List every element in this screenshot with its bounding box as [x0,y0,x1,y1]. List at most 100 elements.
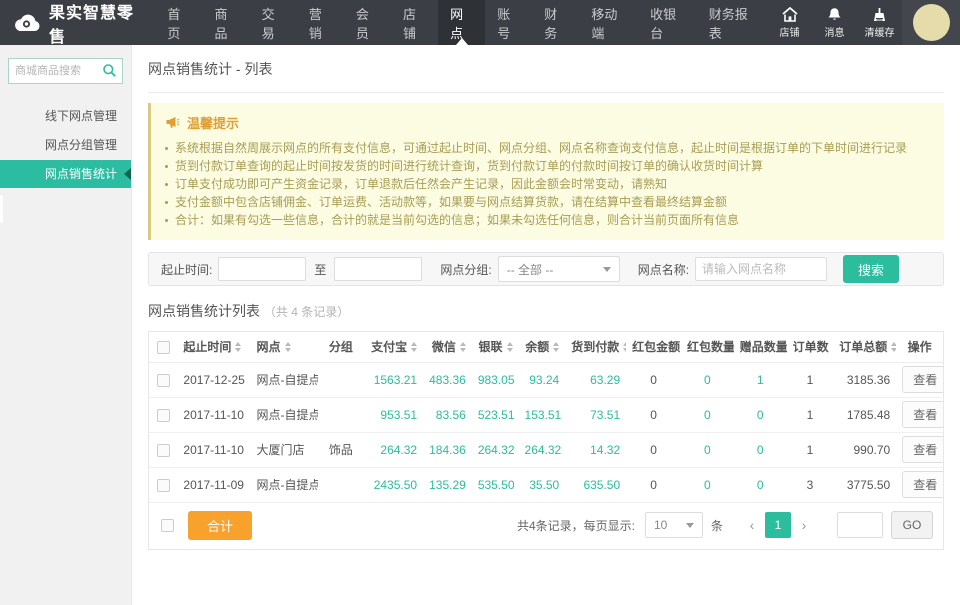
clear-cache-button[interactable]: 清缓存 [857,0,902,45]
next-page-button[interactable]: › [793,512,815,538]
page-title: 网点销售统计 - 列表 [148,59,944,93]
cell-order-count: 1 [787,432,834,467]
view-button[interactable]: 查看 [902,436,943,463]
col-header-gift-count: 赠品数量 [734,332,787,362]
bullet-dot-icon [165,147,168,150]
table-footer: 合计 共4条记录，每页显示: 10 条 ‹ 1 › GO [149,503,943,549]
total-button[interactable]: 合计 [188,511,252,540]
pagination: 共4条记录，每页显示: 10 条 ‹ 1 › GO [517,511,933,539]
row-checkbox[interactable] [157,409,170,422]
section-header: 网点销售统计列表 （共 4 条记录） [148,301,944,321]
search-icon[interactable] [102,63,117,78]
nav-item-member[interactable]: 会员 [344,0,391,45]
nav-item-shop[interactable]: 店铺 [391,0,438,45]
nav-item-mobile[interactable]: 移动端 [579,0,638,45]
col-header-cod[interactable]: 货到付款 [565,332,626,362]
date-end-input[interactable] [334,257,422,281]
sidebar-item-outlet-sales-stats[interactable]: 网点销售统计 [0,160,131,188]
table-row: 2017-11-10 网点-自提点 953.51 83.56 523.51 15… [149,397,943,432]
sort-icon [285,342,291,352]
brand[interactable]: 果实智慧零售 [0,0,155,45]
cell-cod: 14.32 [565,432,626,467]
select-all-checkbox[interactable] [157,341,170,354]
current-page-button[interactable]: 1 [765,512,791,538]
brand-title: 果实智慧零售 [49,0,142,47]
view-button[interactable]: 查看 [902,366,943,393]
tip-item: 支付金额中包含店铺佣金、订单运费、活动款等，如果要与网点结算货款，请在结算中查看… [165,193,930,211]
outlet-group-select[interactable]: -- 全部 -- [498,256,620,282]
go-button[interactable]: GO [891,511,933,539]
cell-date: 2017-12-25 [177,362,250,397]
page-size-select[interactable]: 10 [645,512,703,538]
row-checkbox[interactable] [157,444,170,457]
outlet-name-input[interactable] [695,257,827,281]
col-header-wechat[interactable]: 微信 [423,332,472,362]
nav-item-label: 财务 [544,4,567,42]
nav-item-goods[interactable]: 商品 [203,0,250,45]
avatar[interactable] [913,4,950,41]
cell-outlet: 网点-自提点 [251,362,318,397]
nav-item-cashier[interactable]: 收银台 [638,0,697,45]
nav-item-outlet[interactable]: 网点 [438,0,485,45]
col-header-outlet[interactable]: 网点 [251,332,318,362]
sidebar-menu: 线下网点管理 网点分组管理 网点销售统计 [0,102,131,188]
cell-unionpay: 523.51 [472,397,519,432]
sidebar-item-offline-outlet-mgmt[interactable]: 线下网点管理 [0,102,131,130]
cell-red-amount: 0 [626,432,681,467]
cell-gift-count: 0 [734,397,787,432]
nav-item-account[interactable]: 账号 [485,0,532,45]
col-header-unionpay[interactable]: 银联 [472,332,519,362]
page-jump-input[interactable] [837,512,883,538]
nav-item-label: 账号 [497,4,520,42]
active-item-arrow [124,168,131,180]
sidebar-scrollbar[interactable] [0,195,3,223]
sort-icon [833,342,834,352]
sort-icon [553,342,559,352]
clear-cache-label: 清缓存 [865,24,895,39]
cell-date: 2017-11-10 [177,397,250,432]
cell-order-total: 3775.50 [833,467,896,502]
col-header-alipay[interactable]: 支付宝 [364,332,423,362]
broom-icon [872,7,887,22]
date-start-input[interactable] [218,257,306,281]
col-header-order-total[interactable]: 订单总额 [833,332,896,362]
sidebar-item-outlet-group-mgmt[interactable]: 网点分组管理 [0,131,131,159]
cell-red-amount: 0 [626,467,681,502]
row-checkbox[interactable] [157,479,170,492]
nav-menu: 首页 商品 交易 营销 会员 店铺 网点 账号 财务 移动端 收银台 财务报表 [155,0,767,45]
store-label: 店铺 [780,24,800,39]
sidebar: 线下网点管理 网点分组管理 网点销售统计 [0,45,132,605]
nav-item-label: 收银台 [650,4,685,42]
cell-order-total: 1785.48 [833,397,896,432]
table-row: 2017-11-09 网点-自提点 2435.50 135.29 535.50 … [149,467,943,502]
cell-alipay: 2435.50 [364,467,423,502]
view-button[interactable]: 查看 [902,401,943,428]
col-header-balance[interactable]: 余额 [519,332,566,362]
prev-page-button[interactable]: ‹ [741,512,763,538]
footer-select-checkbox[interactable] [161,519,174,532]
store-button[interactable]: 店铺 [767,0,812,45]
view-button[interactable]: 查看 [902,471,943,498]
tip-item: 货到付款订单查询的起止时间按发货的时间进行统计查询，货到付款订单的付款时间按订单… [165,157,930,175]
pagination-summary: 共4条记录，每页显示: [517,517,635,534]
page-size-unit: 条 [711,517,723,534]
table-row: 2017-12-25 网点-自提点 1563.21 483.36 983.05 … [149,362,943,397]
message-button[interactable]: 消息 [812,0,857,45]
nav-item-trade[interactable]: 交易 [250,0,297,45]
to-label: 至 [314,261,326,278]
row-checkbox[interactable] [157,374,170,387]
nav-item-finance[interactable]: 财务 [532,0,579,45]
nav-item-marketing[interactable]: 营销 [297,0,344,45]
col-header-date[interactable]: 起止时间 [177,332,250,362]
tip-item: 系统根据自然周展示网点的所有支付信息，可通过起止时间、网点分组、网点名称查询支付… [165,139,930,157]
cell-order-count: 1 [787,362,834,397]
tip-item: 订单支付成功即可产生资金记录，订单退款后任然会产生记录，因此金额会时常变动，请熟… [165,175,930,193]
nav-item-label: 店铺 [403,4,426,42]
search-button[interactable]: 搜索 [843,255,899,283]
sidebar-item-label: 网点销售统计 [45,167,117,181]
nav-item-finance-report[interactable]: 财务报表 [697,0,767,45]
col-header-order-count[interactable]: 订单数 [787,332,834,362]
nav-item-home[interactable]: 首页 [155,0,202,45]
cell-gift-count: 0 [734,467,787,502]
cell-cod: 73.51 [565,397,626,432]
